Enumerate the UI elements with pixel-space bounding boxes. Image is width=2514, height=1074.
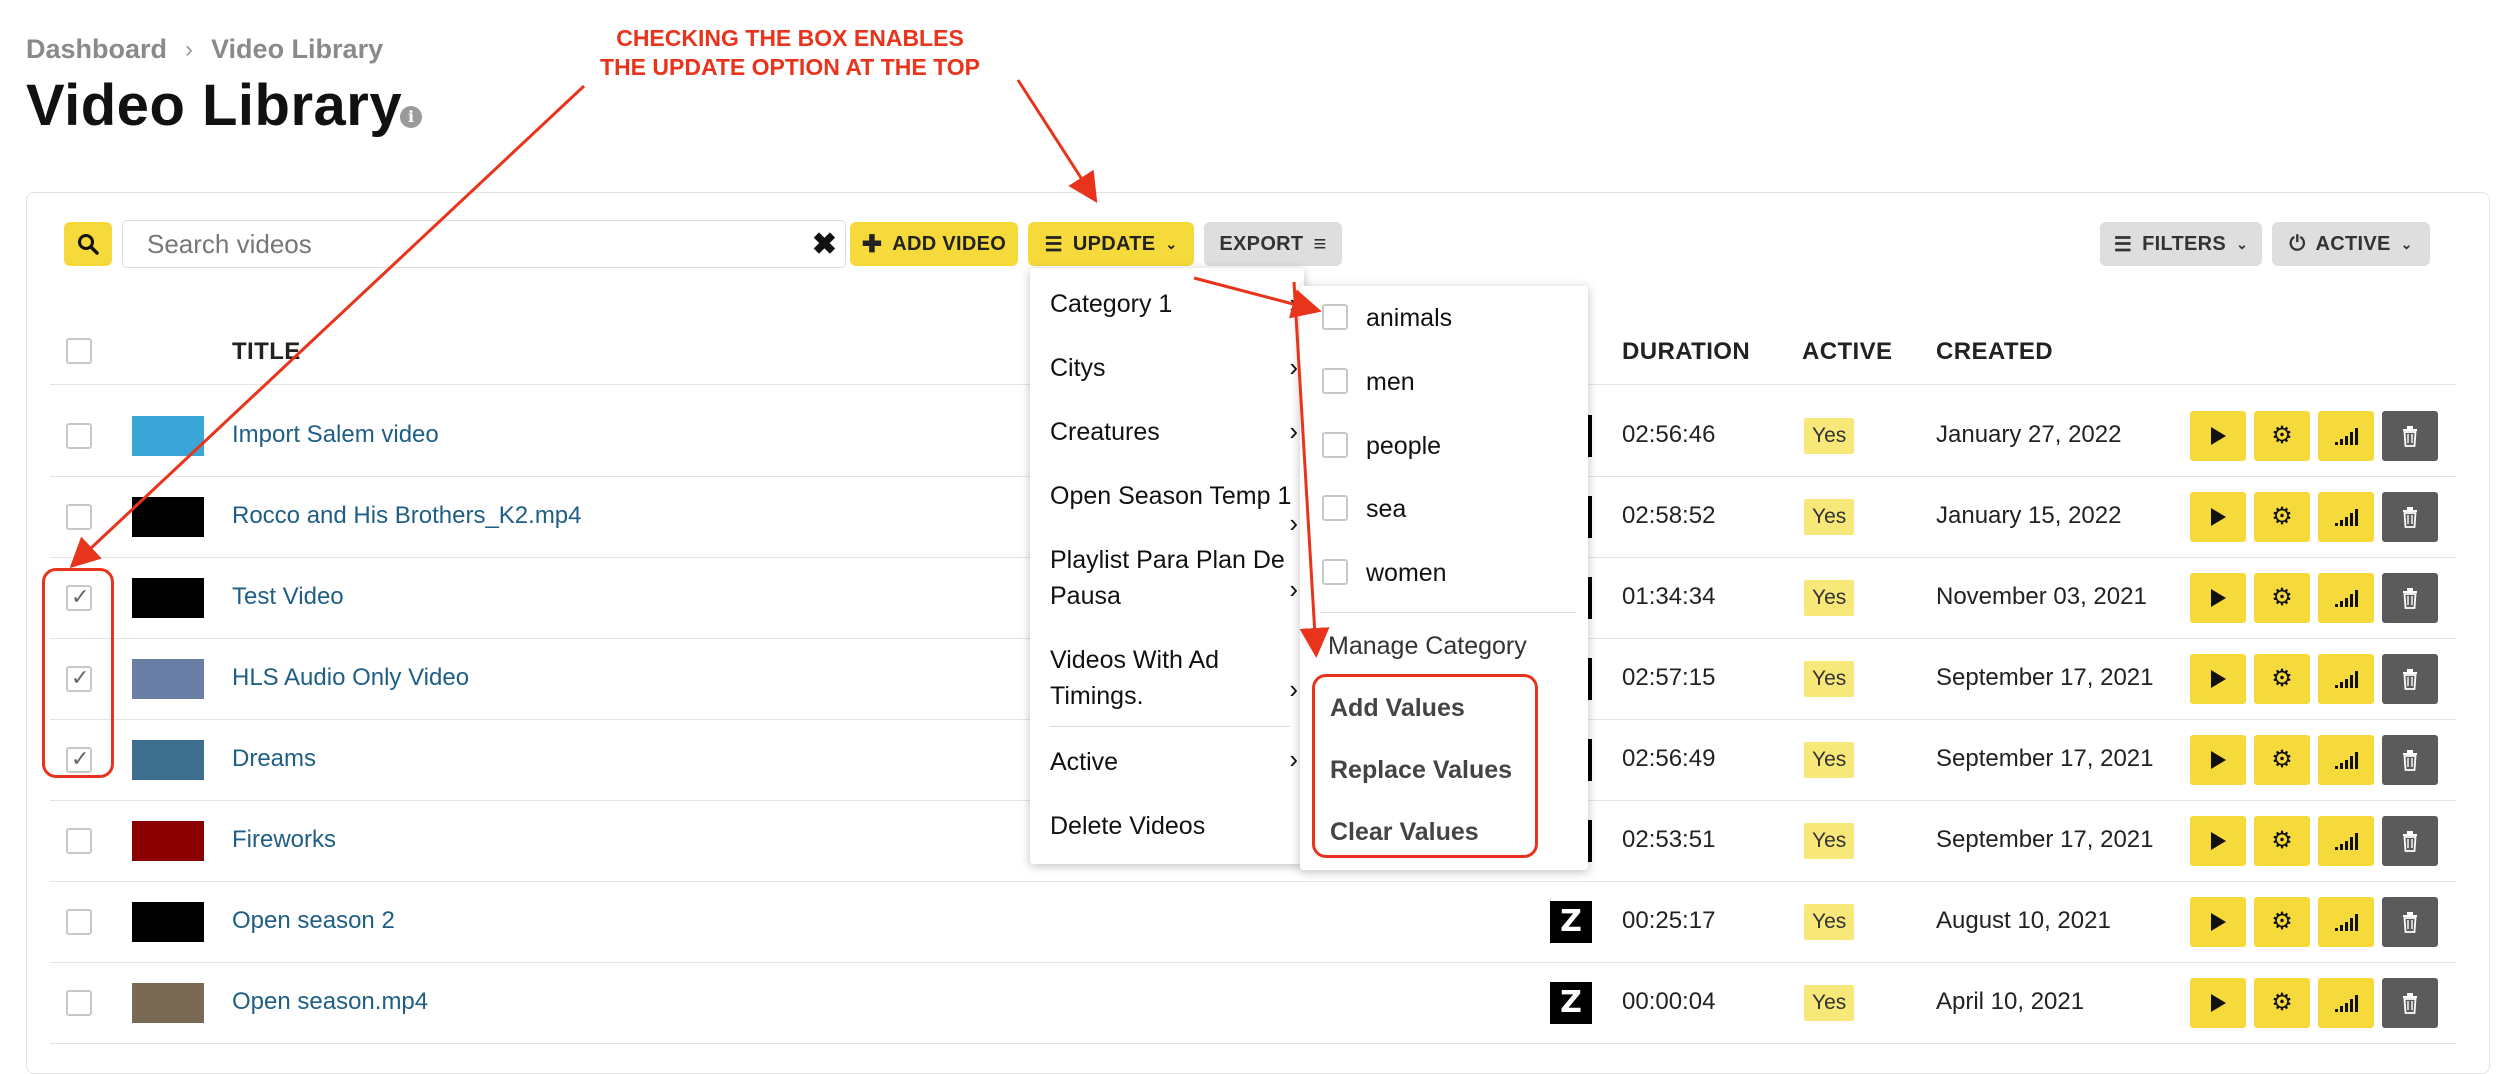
annotation-arrow-to-submenu <box>1193 276 1322 319</box>
annotation-arrow-to-actions <box>1292 281 1330 658</box>
annotation-arrow-to-checkboxes <box>69 84 586 569</box>
annotation-arrow-to-update <box>1016 79 1098 204</box>
annotation-arrows <box>69 79 1330 658</box>
